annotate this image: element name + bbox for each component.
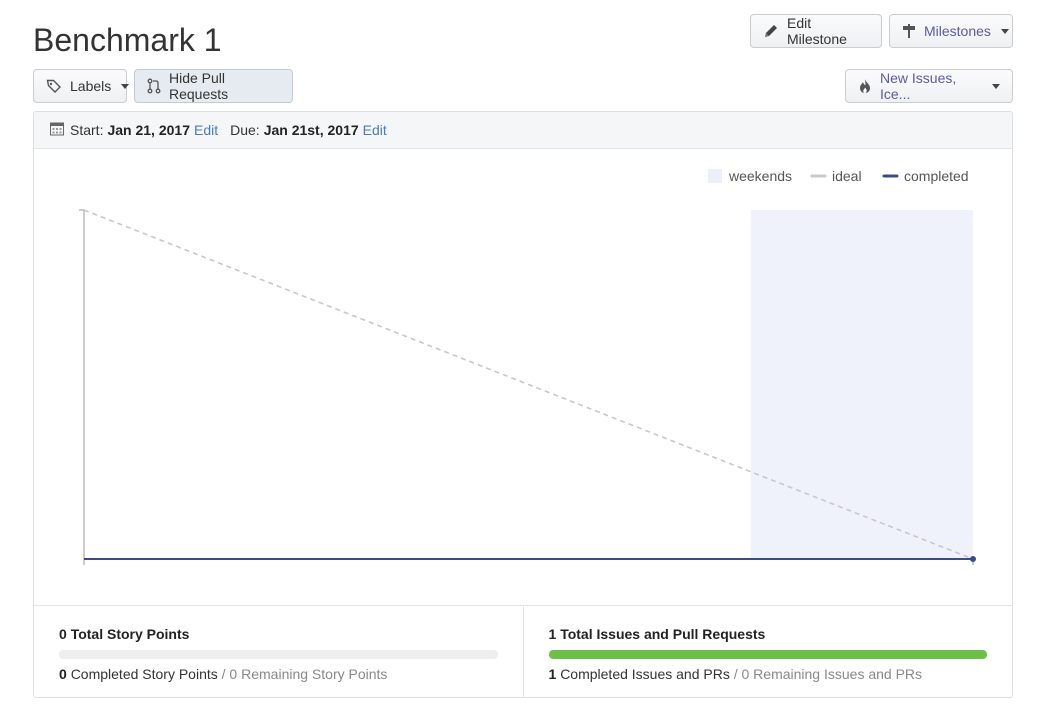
- milestones-label: Milestones: [924, 23, 991, 39]
- chart-mode-label: New Issues, Ice...: [880, 70, 957, 102]
- issues-completed-label: Completed Issues and PRs: [560, 666, 730, 682]
- edit-due-date-link[interactable]: Edit: [363, 122, 387, 138]
- milestones-dropdown-button[interactable]: Milestones: [889, 14, 1013, 48]
- signpost-icon: [902, 23, 916, 39]
- milestone-dates-bar: Start: Jan 21, 2017 Edit Due: Jan 21st, …: [34, 112, 1012, 149]
- issues-completed-count: 1: [548, 666, 557, 682]
- issues-total: 1: [548, 626, 557, 642]
- burndown-chart: weekends ideal completed: [34, 149, 1012, 605]
- legend-weekends-swatch: [708, 169, 722, 183]
- story-points-remaining: / 0 Remaining Story Points: [221, 666, 388, 682]
- chart-legend: weekends ideal completed: [708, 168, 969, 184]
- story-points-title-label: Total Story Points: [70, 626, 190, 642]
- edit-milestone-button[interactable]: Edit Milestone: [750, 14, 882, 48]
- story-points-title: 0 Total Story Points: [59, 626, 498, 646]
- story-points-completed-count: 0: [59, 666, 67, 682]
- start-date-prefix: Start:: [70, 122, 104, 138]
- issues-progress-fill: [548, 650, 987, 659]
- labels-label: Labels: [70, 78, 112, 94]
- due-date-value: Jan 21st, 2017: [263, 122, 359, 138]
- stats-footer: 0 Total Story Points 0 Completed Story P…: [34, 605, 1012, 697]
- issues-title: 1 Total Issues and Pull Requests: [549, 626, 988, 646]
- issues-breakdown: 1 Completed Issues and PRs / 0 Remaining…: [549, 666, 988, 682]
- git-pull-request-icon: [147, 78, 161, 94]
- flame-icon: [858, 78, 872, 94]
- edit-milestone-label: Edit Milestone: [787, 15, 847, 47]
- story-points-breakdown: 0 Completed Story Points / 0 Remaining S…: [59, 666, 498, 682]
- legend-weekends-label: weekends: [728, 168, 792, 184]
- due-date-prefix: Due:: [230, 122, 260, 138]
- issues-stat: 1 Total Issues and Pull Requests 1 Compl…: [522, 606, 1013, 697]
- edit-start-date-link[interactable]: Edit: [194, 122, 218, 138]
- burndown-chart-svg: weekends ideal completed: [79, 168, 976, 565]
- story-points-progress-bar: [59, 650, 498, 659]
- tag-icon: [46, 78, 62, 94]
- legend-completed-label: completed: [904, 168, 969, 184]
- start-date-value: Jan 21, 2017: [107, 122, 190, 138]
- legend-ideal-label: ideal: [832, 168, 862, 184]
- chevron-down-icon: [1000, 28, 1009, 34]
- calendar-icon: [50, 121, 64, 139]
- page-title: Benchmark 1: [33, 22, 222, 58]
- chevron-down-icon: [992, 83, 1000, 89]
- issues-title-label: Total Issues and Pull Requests: [560, 626, 766, 642]
- burndown-panel: Start: Jan 21, 2017 Edit Due: Jan 21st, …: [33, 111, 1013, 698]
- story-points-completed-label: Completed Story Points: [70, 666, 218, 682]
- issues-remaining: / 0 Remaining Issues and PRs: [733, 666, 923, 682]
- story-points-stat: 0 Total Story Points 0 Completed Story P…: [34, 606, 523, 697]
- issues-progress-bar: [548, 650, 987, 659]
- weekend-band: [750, 210, 973, 559]
- series-point-completed-end[interactable]: [970, 556, 976, 562]
- chart-mode-dropdown-button[interactable]: New Issues, Ice...: [845, 69, 1013, 103]
- chevron-down-icon: [121, 83, 130, 89]
- labels-dropdown-button[interactable]: Labels: [33, 69, 130, 103]
- story-points-total: 0: [59, 626, 67, 642]
- hide-pull-requests-label: Hide Pull Requests: [169, 70, 229, 102]
- pencil-icon: [763, 23, 779, 39]
- hide-pull-requests-button[interactable]: Hide Pull Requests: [134, 69, 293, 103]
